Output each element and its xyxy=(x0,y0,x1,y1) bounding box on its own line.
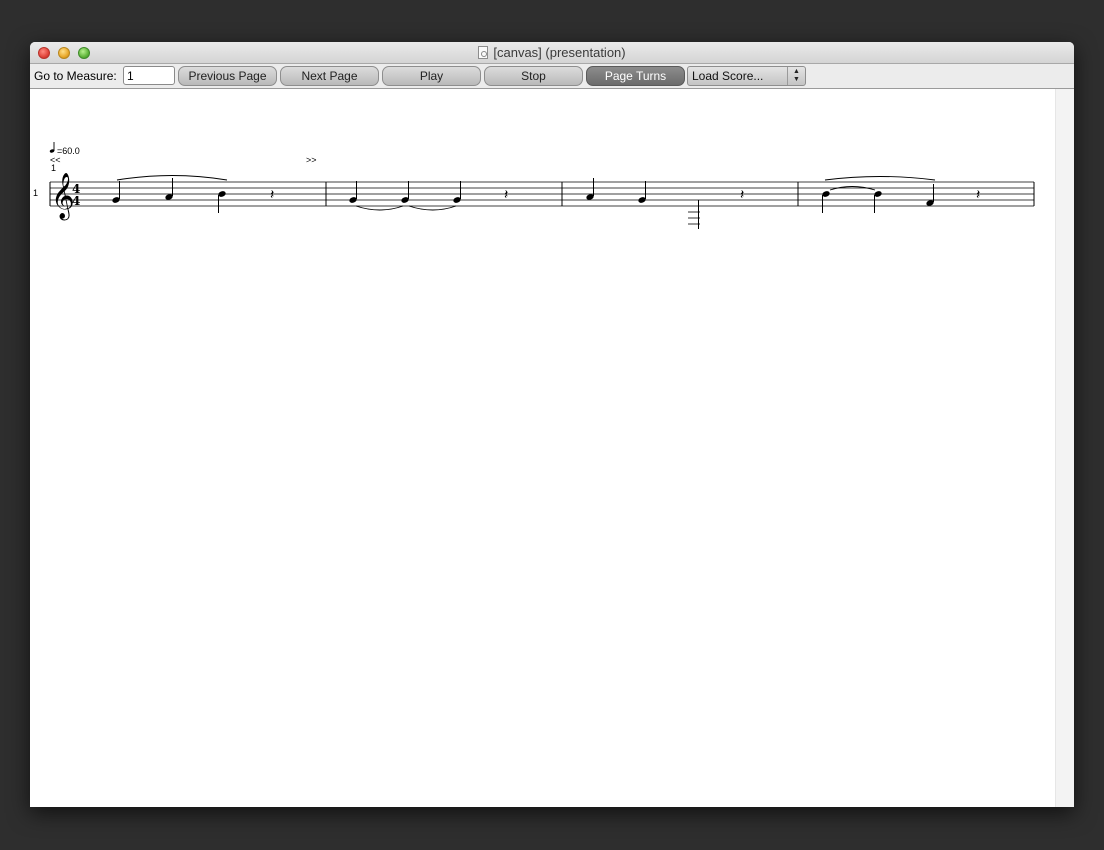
page-turns-button[interactable]: Page Turns xyxy=(586,66,685,86)
measure-input[interactable] xyxy=(123,66,175,85)
canvas-window: [canvas] (presentation) Go to Measure: P… xyxy=(30,42,1074,807)
window-title: [canvas] (presentation) xyxy=(493,45,626,60)
slur xyxy=(824,176,936,181)
note xyxy=(638,181,646,203)
note xyxy=(401,181,409,203)
note xyxy=(688,200,700,229)
quarter-rest-icon: 𝄽 xyxy=(270,187,274,203)
measure-3: 𝄽 xyxy=(586,178,744,229)
note xyxy=(586,178,594,200)
quarter-rest-icon: 𝄽 xyxy=(740,187,744,203)
note xyxy=(165,178,173,200)
next-page-button[interactable]: Next Page xyxy=(280,66,379,86)
load-score-select[interactable]: Load Score... ▲ ▼ xyxy=(687,66,806,86)
tempo-marking: =60.0 xyxy=(49,142,80,156)
note xyxy=(218,191,226,213)
score-canvas[interactable]: =60.0 << 1 >> 1 𝄞 4 4 𝄽 𝄽 𝄽 𝄽 xyxy=(30,89,1074,807)
play-button[interactable]: Play xyxy=(382,66,481,86)
load-score-label: Load Score... xyxy=(692,69,764,83)
vertical-scrollbar[interactable] xyxy=(1055,89,1074,807)
goto-measure-label: Go to Measure: xyxy=(34,69,117,83)
window-title-area: [canvas] (presentation) xyxy=(30,42,1074,64)
note xyxy=(453,181,461,203)
quarter-rest-icon: 𝄽 xyxy=(504,187,508,203)
quarter-rest-icon: 𝄽 xyxy=(976,187,980,203)
score-notation: =60.0 << 1 >> 1 𝄞 4 4 𝄽 𝄽 𝄽 𝄽 xyxy=(33,142,1035,229)
staff-lines xyxy=(50,181,1034,207)
document-icon xyxy=(478,46,489,59)
note xyxy=(112,181,120,203)
select-arrows-icon: ▲ ▼ xyxy=(787,67,805,85)
note xyxy=(926,184,934,206)
previous-page-button[interactable]: Previous Page xyxy=(178,66,277,86)
title-bar[interactable]: [canvas] (presentation) xyxy=(30,42,1074,64)
tie xyxy=(408,205,457,211)
note xyxy=(822,191,830,213)
note xyxy=(349,181,357,203)
measure-number: 1 xyxy=(51,163,56,173)
tie xyxy=(355,205,404,211)
toolbar: Go to Measure: Previous Page Next Page P… xyxy=(30,64,1074,89)
time-signature-bottom: 4 xyxy=(72,194,80,208)
rehearsal-end-mark: >> xyxy=(306,155,317,165)
stop-button[interactable]: Stop xyxy=(484,66,583,86)
note xyxy=(874,191,882,213)
staff-label: 1 xyxy=(33,188,38,198)
